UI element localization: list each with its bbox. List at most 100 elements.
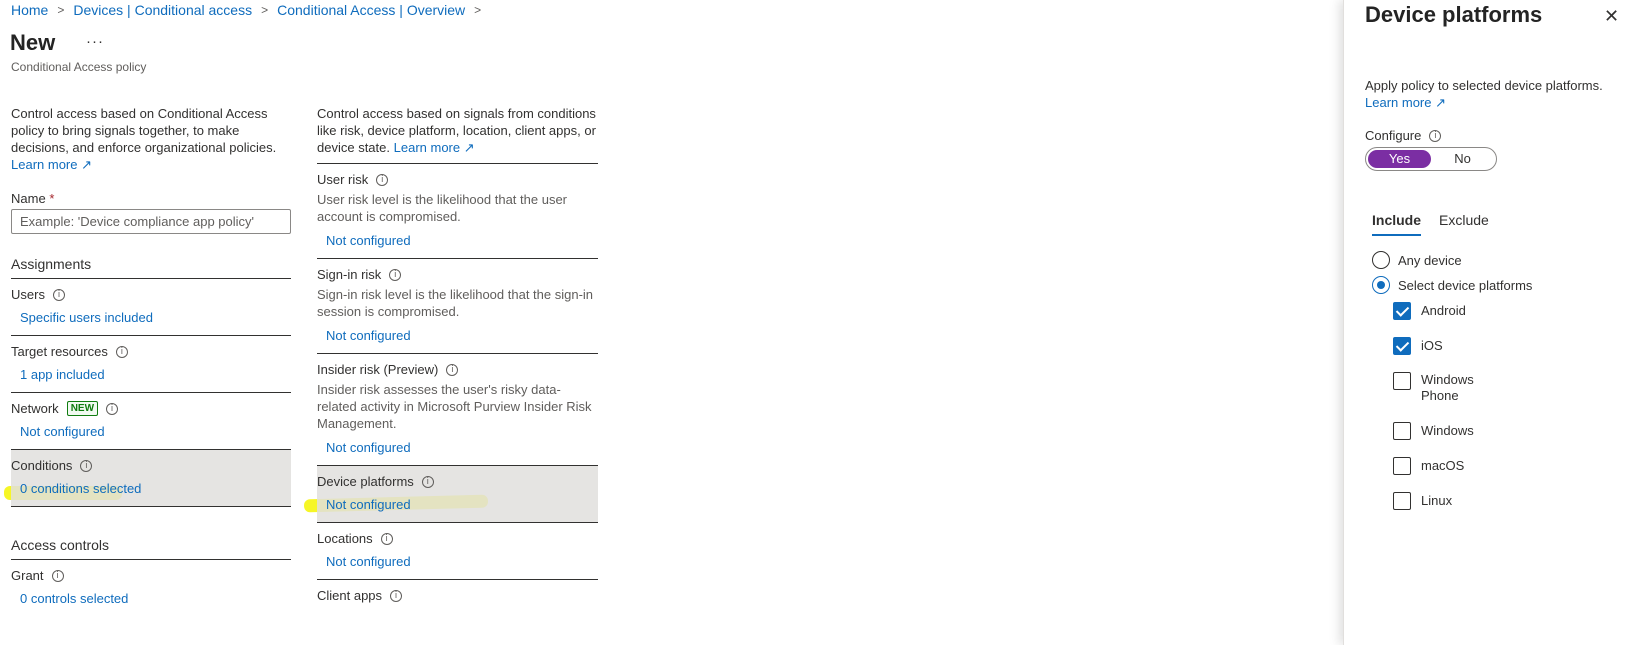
device-platforms-panel: Device platforms ✕ Apply policy to selec… [1343, 0, 1637, 645]
radio-any-device[interactable]: Any device [1372, 251, 1462, 269]
users-label: Users [11, 287, 45, 302]
user-risk-description: User risk level is the likelihood that t… [317, 192, 568, 224]
breadcrumb-conditional-access-overview[interactable]: Conditional Access | Overview [277, 2, 465, 18]
policy-description: Control access based on Conditional Acce… [11, 106, 277, 172]
checkbox-ios[interactable]: iOS [1393, 337, 1443, 355]
radio-select-platforms[interactable]: Select device platforms [1372, 276, 1532, 294]
learn-more-link[interactable]: Learn more ↗ [394, 140, 475, 155]
info-icon[interactable]: i [421, 475, 434, 488]
more-icon[interactable]: ··· [86, 33, 104, 50]
conditions-row[interactable]: Conditions i 0 conditions selected [11, 450, 291, 507]
users-value[interactable]: Specific users included [11, 310, 291, 325]
target-resources-value[interactable]: 1 app included [11, 367, 291, 382]
conditions-label: Conditions [11, 458, 73, 473]
info-icon[interactable]: i [115, 345, 128, 358]
radio-select-platforms-button[interactable] [1372, 276, 1390, 294]
client-apps-label: Client apps [317, 588, 383, 603]
grant-label: Grant [11, 568, 44, 583]
users-row[interactable]: Users i Specific users included [11, 279, 291, 336]
device-platforms-row[interactable]: Device platforms i Not configured [317, 466, 598, 523]
insider-risk-row[interactable]: Insider risk (Preview) i Insider risk ass… [317, 354, 598, 466]
checkbox-windows[interactable]: Windows [1393, 422, 1474, 440]
learn-more-link[interactable]: Learn more ↗ [11, 157, 92, 172]
network-row[interactable]: Network NEW i Not configured [11, 393, 291, 450]
checkbox-linux[interactable]: Linux [1393, 492, 1452, 510]
checkbox-android[interactable]: Android [1393, 302, 1466, 320]
user-risk-row[interactable]: User risk i User risk level is the likeli… [317, 164, 598, 259]
info-icon[interactable]: i [376, 173, 389, 186]
breadcrumb: Home > Devices | Conditional access > Co… [11, 2, 490, 18]
target-resources-label: Target resources [11, 344, 108, 359]
ios-checkbox[interactable] [1393, 337, 1411, 355]
name-label: Name * [11, 191, 55, 206]
device-platforms-label: Device platforms [317, 474, 414, 489]
chevron-right-icon: > [261, 3, 269, 17]
grant-row[interactable]: Grant i 0 controls selected [11, 560, 291, 616]
info-icon[interactable]: i [446, 363, 459, 376]
external-link-icon: ↗ [81, 157, 93, 172]
user-risk-label: User risk [317, 172, 369, 187]
target-resources-row[interactable]: Target resources i 1 app included [11, 336, 291, 393]
external-link-icon: ↗ [463, 140, 475, 155]
chevron-right-icon: > [57, 3, 65, 17]
locations-label: Locations [317, 531, 373, 546]
configure-label: Configure i [1365, 128, 1442, 143]
info-icon[interactable]: i [80, 459, 93, 472]
assignments-header: Assignments [11, 256, 291, 279]
info-icon[interactable]: i [106, 402, 119, 415]
signin-risk-row[interactable]: Sign-in risk i Sign-in risk level is the … [317, 259, 598, 354]
toggle-no[interactable]: No [1431, 150, 1494, 168]
locations-row[interactable]: Locations i Not configured [317, 523, 598, 580]
tab-include[interactable]: Include [1372, 212, 1422, 236]
grant-value[interactable]: 0 controls selected [11, 591, 291, 606]
tab-exclude[interactable]: Exclude [1439, 212, 1489, 236]
toggle-yes[interactable]: Yes [1368, 150, 1431, 168]
android-checkbox[interactable] [1393, 302, 1411, 320]
conditions-description: Control access based on signals from con… [317, 105, 598, 164]
windows-checkbox[interactable] [1393, 422, 1411, 440]
conditions-value[interactable]: 0 conditions selected [11, 481, 291, 496]
page-title: New [10, 30, 56, 55]
name-field-group: Name * [11, 191, 291, 234]
info-icon[interactable]: i [1429, 129, 1442, 142]
windows-phone-checkbox[interactable] [1393, 372, 1411, 390]
name-input[interactable] [11, 209, 291, 234]
learn-more-link[interactable]: Learn more ↗ [1365, 95, 1446, 110]
new-badge: NEW [66, 401, 99, 416]
network-label: Network [11, 401, 59, 416]
breadcrumb-home[interactable]: Home [11, 2, 48, 18]
panel-title: Device platforms [1365, 2, 1543, 27]
user-risk-value[interactable]: Not configured [317, 233, 598, 248]
insider-risk-label: Insider risk (Preview) [317, 362, 439, 377]
checkbox-macos[interactable]: macOS [1393, 457, 1464, 475]
insider-risk-description: Insider risk assesses the user's risky d… [317, 382, 592, 431]
policy-column: Control access based on Conditional Acce… [11, 105, 291, 616]
client-apps-row[interactable]: Client apps i [317, 580, 598, 613]
configure-toggle[interactable]: Yes No [1365, 147, 1497, 171]
info-icon[interactable]: i [52, 288, 65, 301]
page-subtitle: Conditional Access policy [11, 60, 147, 74]
info-icon[interactable]: i [390, 589, 403, 602]
device-platforms-value[interactable]: Not configured [317, 497, 598, 512]
locations-value[interactable]: Not configured [317, 554, 598, 569]
network-value[interactable]: Not configured [11, 424, 291, 439]
signin-risk-description: Sign-in risk level is the likelihood tha… [317, 287, 594, 319]
include-exclude-tabs: Include Exclude [1372, 212, 1489, 236]
info-icon[interactable]: i [389, 268, 402, 281]
signin-risk-label: Sign-in risk [317, 267, 382, 282]
breadcrumb-devices-conditional-access[interactable]: Devices | Conditional access [73, 2, 252, 18]
close-icon[interactable]: ✕ [1604, 6, 1619, 27]
checkbox-windows-phone[interactable]: Windows Phone [1393, 372, 1481, 404]
signin-risk-value[interactable]: Not configured [317, 328, 598, 343]
linux-checkbox[interactable] [1393, 492, 1411, 510]
info-icon[interactable]: i [380, 532, 393, 545]
panel-description: Apply policy to selected device platform… [1365, 78, 1603, 110]
chevron-right-icon: > [474, 3, 482, 17]
conditions-column: Control access based on signals from con… [317, 105, 598, 613]
macos-checkbox[interactable] [1393, 457, 1411, 475]
insider-risk-value[interactable]: Not configured [317, 440, 598, 455]
external-link-icon: ↗ [1435, 95, 1447, 110]
access-controls-header: Access controls [11, 537, 291, 560]
info-icon[interactable]: i [51, 569, 64, 582]
radio-any-device-button[interactable] [1372, 251, 1390, 269]
